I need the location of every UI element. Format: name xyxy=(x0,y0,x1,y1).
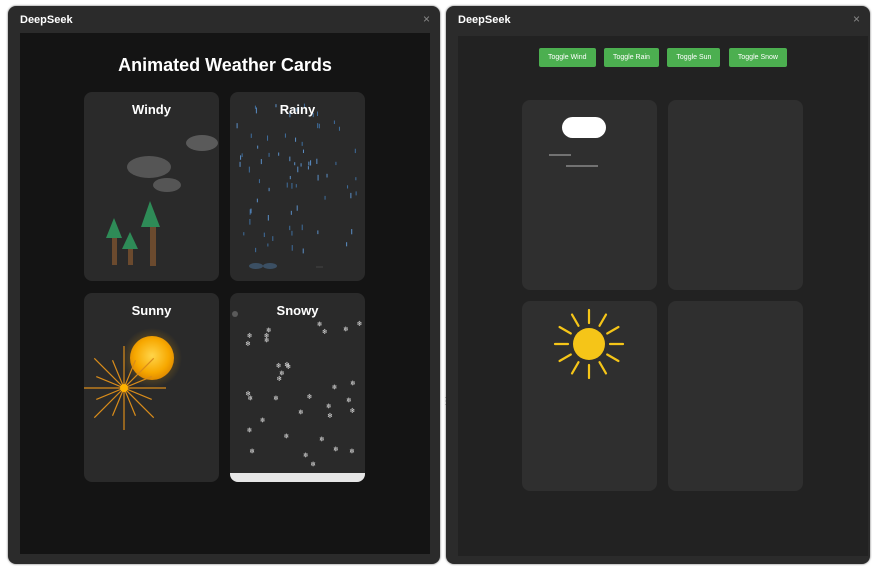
weather-card-windy: Windy xyxy=(84,92,219,281)
snowflake-icon: ❄ xyxy=(310,460,316,468)
sun-ray xyxy=(598,313,608,327)
card-label: Sunny xyxy=(131,303,172,318)
toggle-sun-button[interactable]: Toggle Sun xyxy=(667,48,721,67)
sun-ray xyxy=(558,353,572,363)
snowflake-icon: ❄ xyxy=(346,396,352,404)
preview-area: Toggle Wind Toggle Rain Toggle Sun Toggl… xyxy=(458,36,868,556)
snowflake-icon: ❄ xyxy=(245,340,251,348)
sun-ray xyxy=(606,353,620,363)
snowflake-icon: ❄ xyxy=(349,448,355,456)
wind-illustration xyxy=(549,117,606,167)
snowflake-icon: ❄ xyxy=(332,383,338,391)
snowflake-icon: ❄ xyxy=(284,361,290,369)
snowflake-icon: ❄ xyxy=(264,336,270,344)
split-handle[interactable]: ⋮ xyxy=(441,396,451,410)
snowflake-icon: ❄ xyxy=(260,417,266,425)
snowflake-icon: ❄ xyxy=(322,328,328,336)
snowflake-icon: ❄ xyxy=(350,379,356,387)
sun-ray xyxy=(93,357,125,389)
snowflake-icon: ❄ xyxy=(298,409,304,417)
title-bar: DeepSeek × xyxy=(446,6,870,34)
snowflake-icon: ❄ xyxy=(317,320,323,328)
snow-card xyxy=(668,301,803,491)
right-window: DeepSeek × Toggle Wind Toggle Rain Toggl… xyxy=(446,6,870,564)
snowflake-icon: ❄ xyxy=(247,395,253,403)
sun-illustration xyxy=(553,308,625,380)
snowflake-icon: ❄ xyxy=(273,394,279,402)
snowflake-icon: ❄ xyxy=(343,325,349,333)
title-bar: DeepSeek × xyxy=(8,6,440,34)
toggle-rain-button[interactable]: Toggle Rain xyxy=(603,48,659,67)
snow-illustration: ❄❄❄❄❄❄❄❄❄❄❄❄❄❄❄❄❄❄❄❄❄❄❄❄❄❄❄❄❄❄❄❄❄❄ xyxy=(230,311,365,482)
sun-ray xyxy=(123,387,155,419)
toggle-bar: Toggle Wind Toggle Rain Toggle Sun Toggl… xyxy=(458,46,868,67)
sun-ray xyxy=(558,325,572,335)
toggle-snow-button[interactable]: Toggle Snow xyxy=(728,48,787,67)
snowflake-icon: ❄ xyxy=(249,447,255,455)
snowflake-icon: ❄ xyxy=(307,393,313,401)
rain-illustration xyxy=(236,103,357,269)
windy-illustration xyxy=(106,135,218,266)
card-label: Windy xyxy=(132,102,171,117)
snowflake-icon: ❄ xyxy=(284,432,290,440)
snowflake-icon: ❄ xyxy=(279,369,285,377)
sun-ray xyxy=(570,361,580,375)
page-title: Animated Weather Cards xyxy=(118,55,332,75)
snowflake-icon: ❄ xyxy=(247,426,253,434)
left-window: DeepSeek × Animated Weather Cards Windy xyxy=(8,6,440,564)
rain-card xyxy=(668,100,803,290)
window-title: DeepSeek xyxy=(458,14,511,26)
toggle-wind-button[interactable]: Toggle Wind xyxy=(539,48,596,67)
snowflake-icon: ❄ xyxy=(326,403,332,411)
snowflake-icon: ❄ xyxy=(247,332,253,340)
sun-ray xyxy=(606,325,620,335)
card-label: Rainy xyxy=(279,102,316,117)
weather-card-rainy: Rainy xyxy=(230,92,365,281)
window-title: DeepSeek xyxy=(20,14,73,26)
weather-card-snowy: ❄ ❄ ❄ ❄ ❄ ❄ ❄ ❄ ❄ ❄ ❄ ❄ ❄ ❄ ❄ ❄ ❄ ❄ ❄ ❄ ❄ ❄ ❄ ❄ ❄ ❄ ❄ ❄ ❄ ❄ ❄ ❄ ❄ ❄ Snowy xyxy=(230,293,365,482)
sun-ray xyxy=(93,387,125,419)
card-label: Snowy xyxy=(276,303,319,318)
wind-card xyxy=(522,100,657,290)
snowflake-icon: ❄ xyxy=(357,320,363,328)
sun-card xyxy=(522,301,657,491)
sun-ray xyxy=(598,361,608,375)
close-icon[interactable]: × xyxy=(423,12,430,26)
snowflake-icon: ❄ xyxy=(319,436,325,444)
sun-illustration xyxy=(84,328,182,430)
preview-area: Animated Weather Cards Windy Rainy Sunny… xyxy=(20,33,430,554)
snowflake-icon: ❄ xyxy=(327,412,333,420)
close-icon[interactable]: × xyxy=(853,12,860,26)
snowflake-icon: ❄ xyxy=(350,407,356,415)
sun-ray xyxy=(570,313,580,327)
snowflake-icon: ❄ xyxy=(333,446,339,454)
weather-card-sunny: Sunny xyxy=(84,293,219,482)
snowflake-icon: ❄ xyxy=(303,452,309,460)
